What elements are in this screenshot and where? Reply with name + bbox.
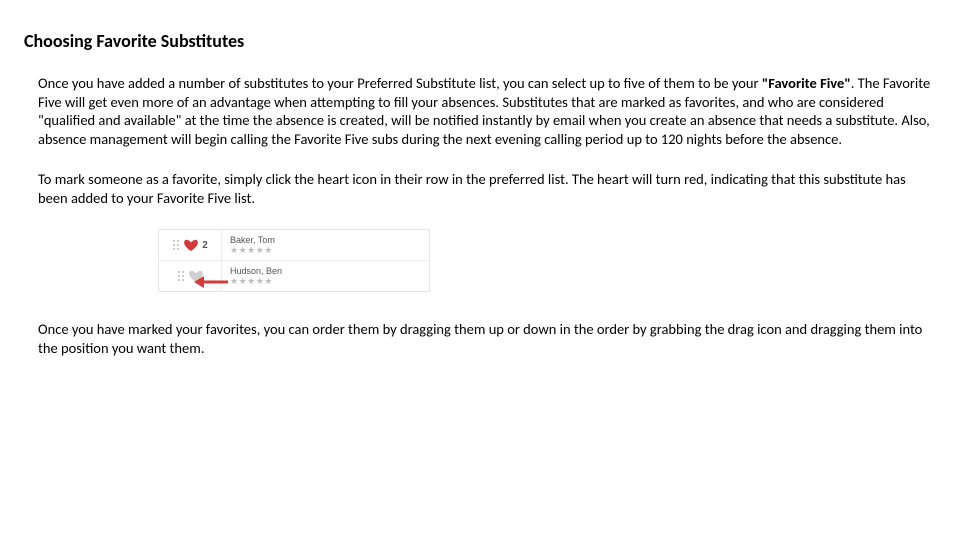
substitute-name: Baker, Tom	[230, 236, 421, 245]
rating-stars: ★★★★★	[230, 277, 421, 286]
text-run: Once you have added a number of substitu…	[38, 74, 762, 92]
paragraph-3: Once you have marked your favorites, you…	[38, 320, 936, 357]
row-info: Hudson, Ben ★★★★★	[222, 267, 429, 286]
rank-number: 2	[202, 240, 208, 251]
pointer-arrow-icon	[194, 275, 228, 292]
list-row: Hudson, Ben ★★★★★	[159, 261, 429, 291]
rating-stars: ★★★★★	[230, 246, 421, 255]
preferred-list-figure: 2 Baker, Tom ★★★★★	[158, 229, 430, 292]
list-row: 2 Baker, Tom ★★★★★	[159, 230, 429, 261]
substitute-name: Hudson, Ben	[230, 267, 421, 276]
document-page: Choosing Favorite Substitutes Once you h…	[0, 0, 960, 403]
body-block: Once you have added a number of substitu…	[24, 74, 936, 357]
paragraph-1: Once you have added a number of substitu…	[38, 74, 936, 148]
section-heading: Choosing Favorite Substitutes	[24, 30, 936, 52]
favorite-five-term: "Favorite Five"	[762, 74, 851, 92]
row-controls: 2	[159, 230, 222, 260]
drag-handle-icon[interactable]	[177, 270, 185, 282]
paragraph-2: To mark someone as a favorite, simply cl…	[38, 170, 936, 207]
row-info: Baker, Tom ★★★★★	[222, 236, 429, 255]
favorite-heart-icon[interactable]	[184, 239, 198, 251]
drag-handle-icon[interactable]	[172, 239, 180, 251]
